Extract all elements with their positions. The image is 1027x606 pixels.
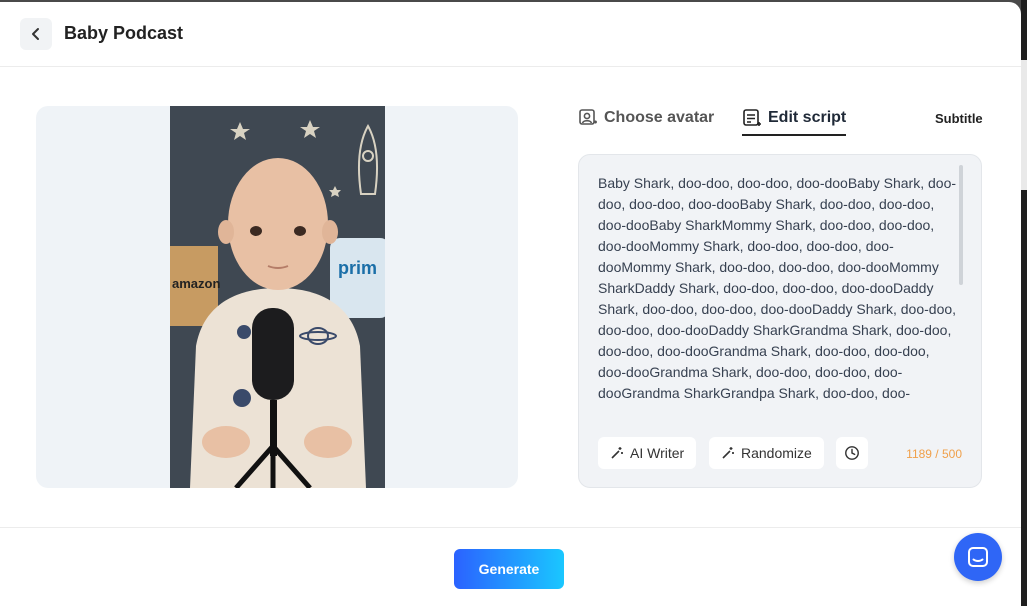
back-button[interactable] bbox=[20, 18, 52, 50]
chat-support-button[interactable] bbox=[954, 533, 1002, 581]
modal-dialog: Baby Podcast amazon prim Choose avatar E… bbox=[0, 2, 1021, 606]
tab-label: Choose avatar bbox=[604, 109, 715, 126]
avatar-icon bbox=[579, 109, 597, 125]
avatar-image: amazon prim bbox=[170, 106, 385, 488]
script-editor: Baby Shark, doo-doo, doo-doo, doo-dooBab… bbox=[578, 154, 982, 488]
tab-label: Subtitle bbox=[935, 110, 983, 126]
tab-subtitle[interactable]: Subtitle bbox=[935, 105, 983, 131]
clock-icon bbox=[845, 446, 859, 460]
chat-icon bbox=[968, 547, 988, 567]
chevron-left-icon bbox=[32, 28, 39, 40]
footer-divider bbox=[0, 527, 1021, 528]
script-icon bbox=[743, 109, 761, 126]
character-counter: 1189 / 500 bbox=[906, 447, 962, 461]
tab-edit-script[interactable]: Edit script bbox=[742, 102, 847, 136]
ai-writer-button[interactable]: AI Writer bbox=[598, 437, 697, 469]
editor-tabs: Choose avatar Edit script Subtitle bbox=[578, 102, 983, 138]
history-button[interactable] bbox=[836, 437, 868, 469]
ai-writer-label: AI Writer bbox=[630, 445, 685, 461]
page-title: Baby Podcast bbox=[64, 23, 184, 43]
modal-header: Baby Podcast bbox=[0, 2, 1021, 67]
script-textarea[interactable]: Baby Shark, doo-doo, doo-doo, doo-dooBab… bbox=[598, 173, 958, 421]
randomize-label: Randomize bbox=[741, 445, 812, 461]
magic-wand-icon bbox=[722, 447, 734, 459]
generate-button[interactable]: Generate bbox=[454, 549, 564, 589]
tab-choose-avatar[interactable]: Choose avatar bbox=[578, 102, 714, 134]
pillow-label: prim bbox=[338, 258, 377, 278]
script-scrollbar[interactable] bbox=[959, 165, 963, 285]
box-label: amazon bbox=[172, 276, 220, 291]
randomize-button[interactable]: Randomize bbox=[709, 437, 824, 469]
avatar-preview: amazon prim bbox=[36, 106, 518, 488]
magic-wand-icon bbox=[611, 447, 623, 459]
tab-label: Edit script bbox=[768, 109, 847, 126]
active-tab-indicator bbox=[742, 134, 847, 136]
window-edge bbox=[1021, 0, 1027, 606]
